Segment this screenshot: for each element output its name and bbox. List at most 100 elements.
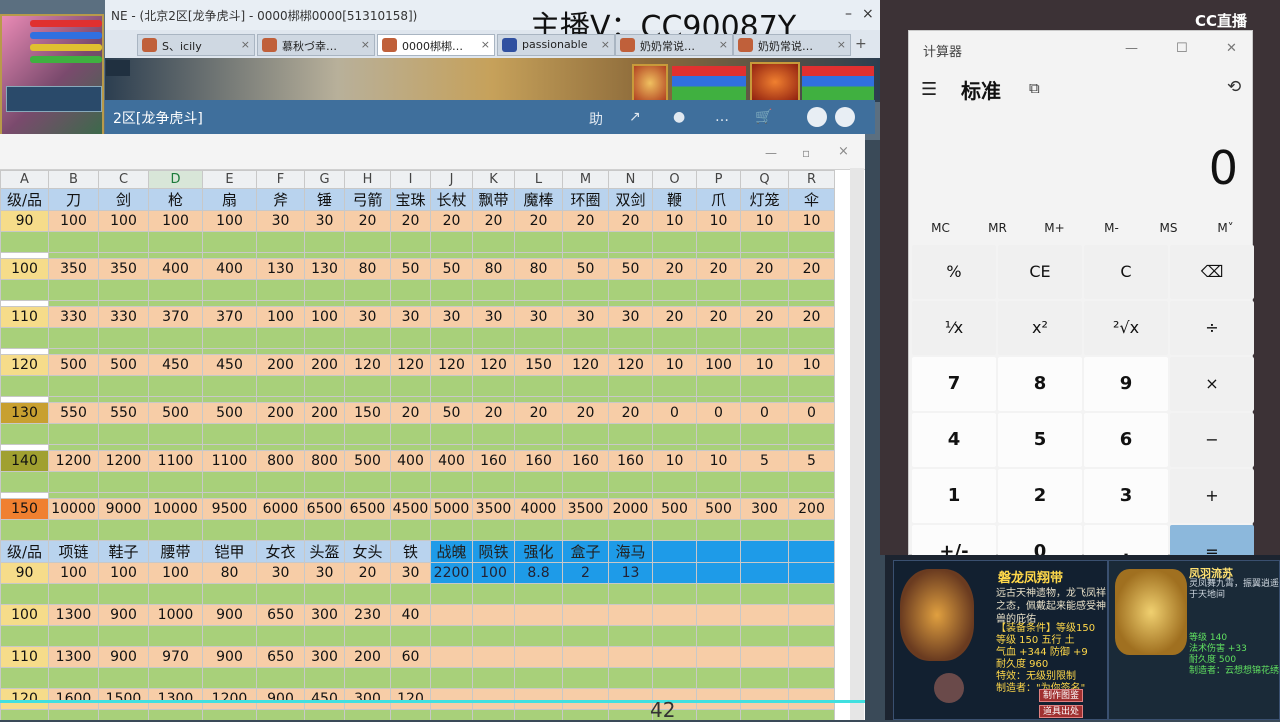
data-cell[interactable]: 20	[608, 210, 653, 232]
column-letter[interactable]: G	[304, 170, 345, 189]
empty-cell[interactable]	[514, 625, 563, 647]
pet-avatar[interactable]	[632, 64, 668, 102]
tier-cell[interactable]: 110	[0, 306, 49, 328]
empty-cell[interactable]	[430, 471, 473, 493]
data-cell[interactable]: 5	[788, 450, 835, 472]
empty-cell[interactable]	[562, 667, 609, 689]
percent-button[interactable]: %	[912, 245, 996, 299]
skill-bar[interactable]	[6, 86, 102, 112]
empty-cell[interactable]	[608, 231, 653, 253]
data-cell[interactable]: 370	[202, 306, 257, 328]
data-cell[interactable]: 0	[788, 402, 835, 424]
close-icon[interactable]: ×	[361, 38, 370, 51]
empty-cell[interactable]	[0, 423, 49, 445]
empty-cell[interactable]	[608, 471, 653, 493]
empty-cell[interactable]	[148, 625, 203, 647]
close-button[interactable]: ×	[862, 6, 874, 22]
header-cell[interactable]: 长杖	[430, 188, 473, 211]
empty-cell[interactable]	[652, 279, 697, 301]
data-cell[interactable]: 150	[514, 354, 563, 376]
column-letter[interactable]: E	[202, 170, 257, 189]
empty-cell[interactable]	[788, 423, 835, 445]
empty-cell[interactable]	[256, 375, 305, 397]
empty-cell[interactable]	[256, 519, 305, 541]
empty-cell[interactable]	[48, 327, 99, 349]
empty-cell[interactable]	[696, 519, 741, 541]
empty-cell[interactable]	[652, 519, 697, 541]
empty-cell[interactable]	[148, 375, 203, 397]
data-cell[interactable]: 20	[344, 562, 391, 584]
empty-cell[interactable]	[788, 279, 835, 301]
empty-cell[interactable]	[430, 327, 473, 349]
data-cell[interactable]	[652, 562, 697, 584]
empty-cell[interactable]	[48, 423, 99, 445]
data-cell[interactable]: 400	[390, 450, 431, 472]
empty-cell[interactable]	[472, 625, 515, 647]
browser-tab[interactable]: 慕秋づ幸… ×	[257, 34, 375, 56]
memory-list-button[interactable]: M˅	[1197, 221, 1254, 235]
data-cell[interactable]: 550	[48, 402, 99, 424]
column-letter[interactable]: H	[344, 170, 391, 189]
data-cell[interactable]: 200	[788, 498, 835, 520]
header-cell[interactable]: 锤	[304, 188, 345, 211]
data-cell[interactable]: 900	[98, 604, 149, 626]
empty-cell[interactable]	[202, 709, 257, 720]
data-cell[interactable]	[472, 688, 515, 710]
data-cell[interactable]: 50	[608, 258, 653, 280]
empty-cell[interactable]	[304, 709, 345, 720]
empty-cell[interactable]	[98, 667, 149, 689]
data-cell[interactable]: 350	[98, 258, 149, 280]
data-cell[interactable]: 330	[98, 306, 149, 328]
three-button[interactable]: 3	[1084, 469, 1168, 523]
empty-cell[interactable]	[0, 667, 49, 689]
target-avatar[interactable]	[750, 62, 800, 102]
data-cell[interactable]: 20	[696, 258, 741, 280]
empty-cell[interactable]	[562, 583, 609, 605]
empty-cell[interactable]	[0, 231, 49, 253]
data-cell[interactable]	[430, 646, 473, 668]
data-cell[interactable]: 120	[344, 354, 391, 376]
column-letter[interactable]: O	[652, 170, 697, 189]
empty-cell[interactable]	[98, 583, 149, 605]
empty-cell[interactable]	[514, 471, 563, 493]
empty-cell[interactable]	[304, 625, 345, 647]
minimize-icon[interactable]	[807, 107, 827, 127]
empty-cell[interactable]	[514, 423, 563, 445]
header-cell[interactable]: 女头	[344, 540, 391, 563]
data-cell[interactable]: 1100	[148, 450, 203, 472]
empty-cell[interactable]	[256, 471, 305, 493]
data-cell[interactable]: 300	[344, 688, 391, 710]
data-cell[interactable]	[696, 562, 741, 584]
data-cell[interactable]	[562, 688, 609, 710]
data-cell[interactable]: 30	[472, 306, 515, 328]
empty-cell[interactable]	[256, 709, 305, 720]
empty-cell[interactable]	[256, 423, 305, 445]
empty-cell[interactable]	[740, 423, 789, 445]
tier-cell[interactable]: 90	[0, 210, 49, 232]
empty-cell[interactable]	[740, 375, 789, 397]
empty-cell[interactable]	[652, 423, 697, 445]
reciprocal-button[interactable]: ¹⁄x	[912, 301, 996, 355]
clear-button[interactable]: C	[1084, 245, 1168, 299]
header-cell[interactable]: 魔棒	[514, 188, 563, 211]
browser-tab[interactable]: 奶奶常说… ×	[615, 34, 733, 56]
data-cell[interactable]: 450	[304, 688, 345, 710]
data-cell[interactable]	[696, 604, 741, 626]
data-cell[interactable]: 1300	[48, 604, 99, 626]
column-letter[interactable]: K	[472, 170, 515, 189]
column-letter[interactable]: B	[48, 170, 99, 189]
data-cell[interactable]	[472, 646, 515, 668]
data-cell[interactable]: 20	[514, 210, 563, 232]
empty-cell[interactable]	[344, 519, 391, 541]
header-cell[interactable]	[740, 540, 789, 563]
data-cell[interactable]	[430, 688, 473, 710]
empty-cell[interactable]	[256, 327, 305, 349]
memory-subtract-button[interactable]: M-	[1083, 221, 1140, 235]
data-cell[interactable]: 30	[304, 210, 345, 232]
data-cell[interactable]: 9500	[202, 498, 257, 520]
header-cell[interactable]: 铁	[390, 540, 431, 563]
data-cell[interactable]: 1100	[202, 450, 257, 472]
data-cell[interactable]: 120	[562, 354, 609, 376]
data-cell[interactable]: 200	[304, 402, 345, 424]
data-cell[interactable]: 330	[48, 306, 99, 328]
